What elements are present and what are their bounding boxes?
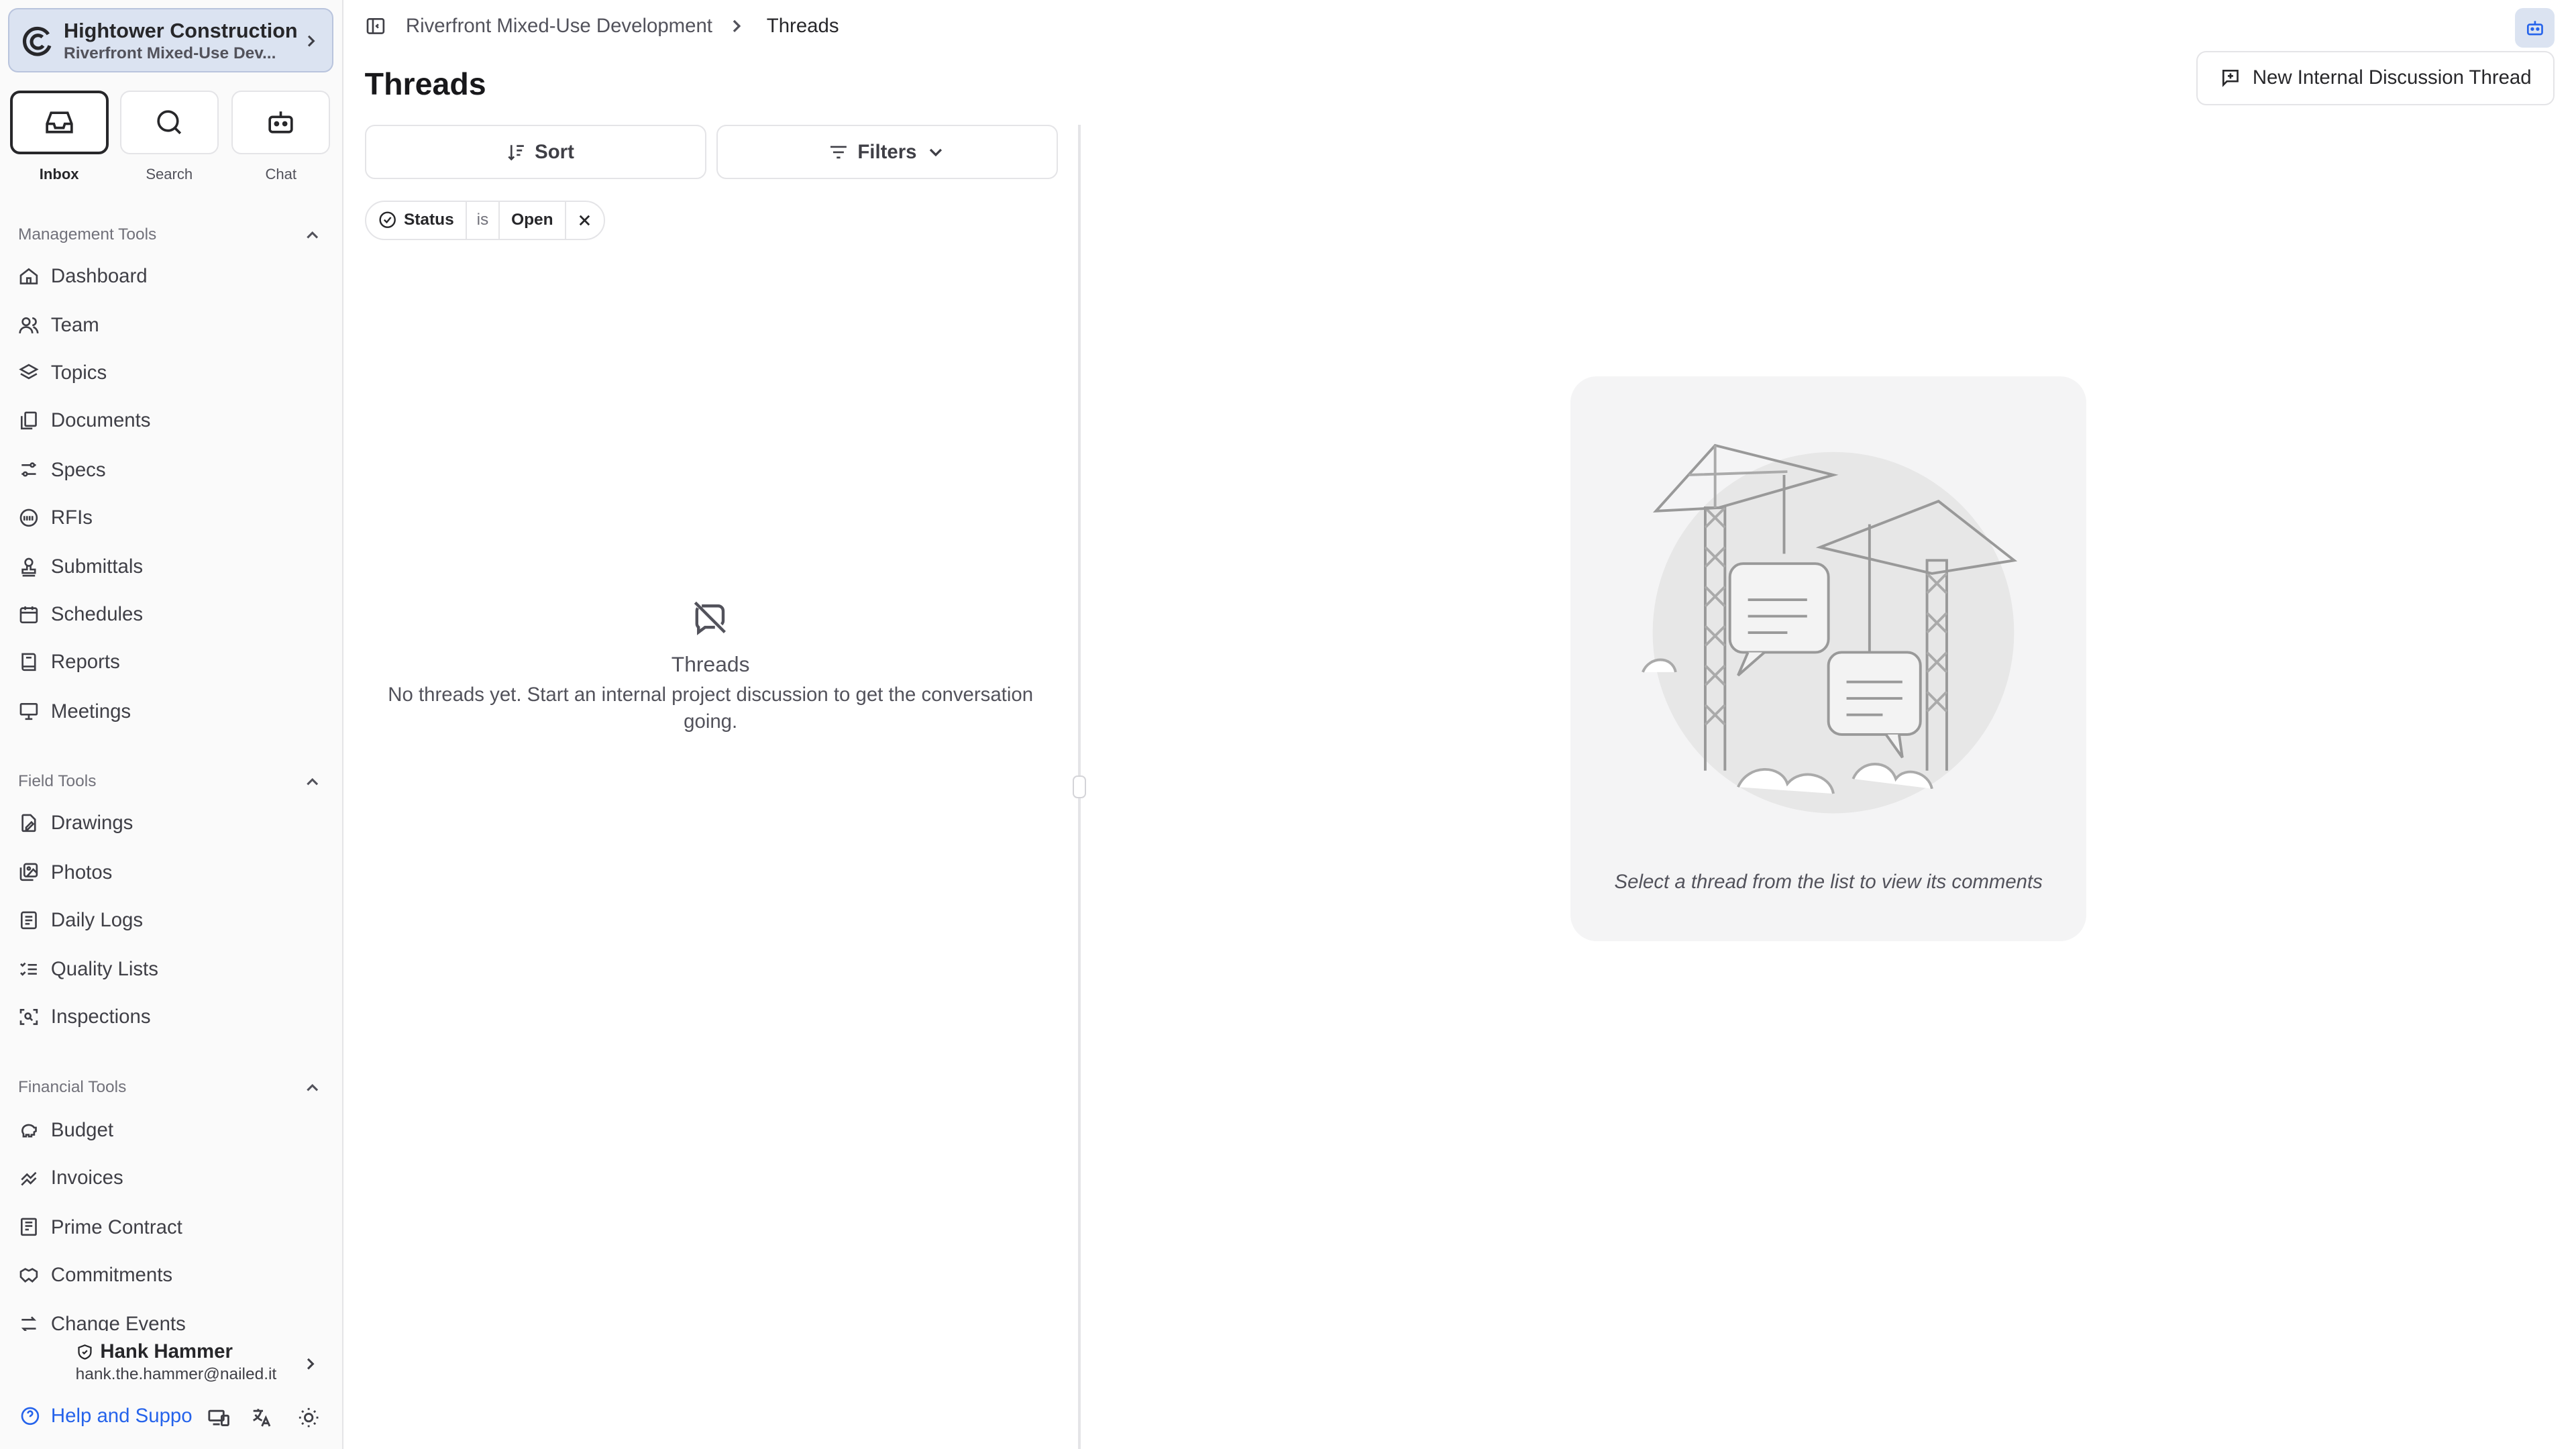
filter-chip-field[interactable]: Status: [366, 201, 467, 239]
user-email: hank.the.hammer@nailed.it: [75, 1365, 277, 1384]
filter-icon: [830, 146, 847, 158]
nav-inspections[interactable]: Inspections: [18, 999, 151, 1035]
org-switcher[interactable]: Hightower Construction Riverfront Mixed-…: [8, 8, 334, 72]
nav-commitments[interactable]: Commitments: [18, 1256, 172, 1293]
language-icon[interactable]: [250, 1406, 272, 1429]
drawing-icon: [21, 814, 36, 833]
close-icon: [580, 215, 590, 225]
chevron-right-icon: [307, 1358, 315, 1370]
message-off-icon: [694, 602, 726, 636]
nav-daily-logs[interactable]: Daily Logs: [18, 902, 143, 938]
chevron-up-icon[interactable]: [303, 1078, 322, 1097]
filter-chip: Status is Open: [364, 200, 606, 240]
sort-icon: [508, 144, 524, 160]
chevron-up-icon[interactable]: [303, 772, 322, 792]
filters-button[interactable]: Filters: [716, 125, 1059, 179]
piggy-bank-icon: [21, 1124, 37, 1138]
sun-icon[interactable]: [297, 1406, 320, 1429]
inbox-label: Inbox: [39, 166, 79, 183]
search-label: Search: [146, 166, 193, 183]
nav-photos[interactable]: Photos: [18, 854, 112, 890]
shield-check-icon: [78, 1344, 92, 1360]
sidebar-toggle-icon[interactable]: [365, 15, 386, 37]
resize-handle[interactable]: [1073, 775, 1086, 799]
assistant-button[interactable]: [2515, 8, 2555, 48]
user-name: Hank Hammer: [76, 1340, 233, 1363]
devices-icon[interactable]: [207, 1406, 230, 1429]
handshake-icon: [19, 1267, 38, 1283]
nav-meetings[interactable]: Meetings: [18, 693, 131, 729]
placeholder-text: Select a thread from the list to view it…: [1614, 870, 2043, 893]
sliders-icon: [21, 462, 36, 478]
nav-dashboard[interactable]: Dashboard: [18, 258, 148, 294]
chat-button[interactable]: [231, 90, 331, 155]
inbox-button[interactable]: [9, 90, 109, 155]
section-financial-title: Financial Tools: [17, 1077, 127, 1096]
breadcrumb: Riverfront Mixed-Use Development Threads: [365, 15, 839, 38]
filter-chip-remove[interactable]: [566, 202, 604, 239]
main-content: Riverfront Mixed-Use Development Threads…: [343, 0, 2576, 1449]
rfi-icon: [19, 508, 38, 527]
chat-label: Chat: [265, 166, 297, 183]
help-link[interactable]: Help and Suppo: [19, 1405, 193, 1428]
user-menu[interactable]: Hank Hammer hank.the.hammer@nailed.it He…: [0, 1330, 342, 1449]
bot-icon: [2526, 21, 2543, 36]
chevron-up-icon[interactable]: [303, 225, 322, 245]
nav-reports[interactable]: Reports: [18, 644, 120, 680]
files-icon: [20, 411, 37, 430]
search-button[interactable]: [119, 90, 219, 155]
nav-budget[interactable]: Budget: [18, 1112, 113, 1148]
stamp-icon: [21, 557, 36, 577]
filter-chip-operator[interactable]: is: [467, 201, 500, 239]
circle-check-icon: [379, 211, 396, 229]
sidebar: Hightower Construction Riverfront Mixed-…: [0, 0, 343, 1449]
images-icon: [19, 863, 38, 881]
construction-illustration: [1642, 443, 2018, 814]
calendar-icon: [19, 606, 38, 624]
breadcrumb-project[interactable]: Riverfront Mixed-Use Development: [406, 15, 712, 38]
breadcrumb-current: Threads: [766, 15, 839, 38]
nav-schedules[interactable]: Schedules: [18, 596, 143, 633]
home-icon: [19, 268, 38, 284]
nav-prime-contract[interactable]: Prime Contract: [18, 1209, 182, 1245]
help-circle-icon: [21, 1407, 40, 1426]
layers-icon: [19, 364, 39, 380]
project-name: Riverfront Mixed-Use Dev...: [64, 44, 276, 62]
thread-detail-placeholder: Select a thread from the list to view it…: [1570, 376, 2087, 942]
section-management-title: Management Tools: [17, 225, 157, 244]
nav-drawings[interactable]: Drawings: [18, 805, 133, 841]
nav-submittals[interactable]: Submittals: [18, 549, 143, 585]
chevron-down-icon: [929, 148, 942, 156]
page-title: Threads: [364, 66, 486, 101]
log-icon: [20, 911, 37, 929]
scan-icon: [19, 1008, 38, 1025]
new-thread-button[interactable]: New Internal Discussion Thread: [2196, 50, 2555, 105]
nav-quality-lists[interactable]: Quality Lists: [18, 951, 158, 987]
empty-state-title: Threads: [671, 652, 750, 677]
message-plus-icon: [2222, 70, 2239, 88]
receipt-icon: [21, 1172, 37, 1186]
nav-specs[interactable]: Specs: [18, 451, 106, 488]
nav-invoices[interactable]: Invoices: [18, 1160, 123, 1196]
search-icon: [157, 110, 181, 135]
filter-chip-value[interactable]: Open: [500, 201, 566, 239]
nav-team[interactable]: Team: [18, 307, 99, 343]
empty-state-text: No threads yet. Start an internal projec…: [388, 684, 1034, 733]
contract-icon: [20, 1218, 37, 1236]
bot-icon: [268, 111, 293, 133]
presentation-icon: [19, 703, 38, 720]
inbox-icon: [45, 111, 73, 133]
nav-documents[interactable]: Documents: [18, 402, 150, 439]
sort-button[interactable]: Sort: [364, 125, 707, 179]
users-icon: [19, 317, 39, 333]
chevron-right-icon: [307, 35, 315, 47]
org-name: Hightower Construction: [64, 19, 298, 42]
nav-topics[interactable]: Topics: [18, 355, 107, 391]
book-icon: [21, 653, 36, 672]
chevron-right-icon: [733, 19, 741, 33]
checklist-icon: [19, 962, 37, 976]
org-logo-icon: [22, 27, 52, 56]
nav-rfis[interactable]: RFIs: [18, 499, 93, 535]
section-field-title: Field Tools: [17, 772, 97, 791]
